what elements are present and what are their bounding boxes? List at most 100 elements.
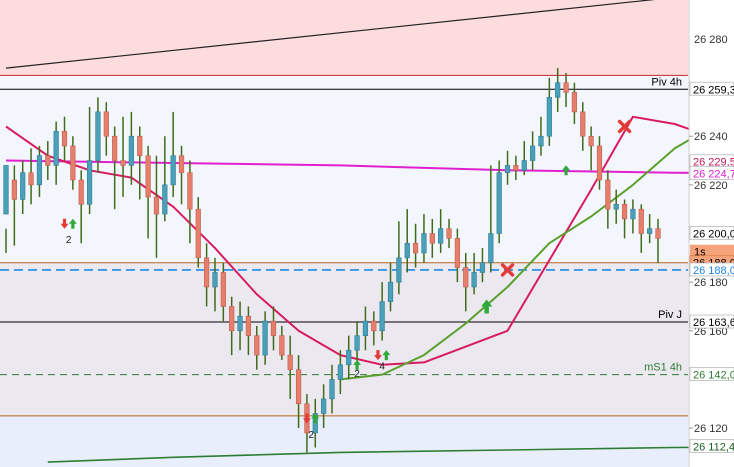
candle-body-38 [321, 398, 327, 414]
candle-body-50 [421, 233, 427, 254]
candle-body-68 [571, 92, 578, 113]
candle-body-72 [605, 179, 611, 210]
candle-body-13 [112, 135, 118, 161]
candle-body-45 [379, 301, 385, 332]
candle-body-35 [295, 369, 302, 405]
candle-body-71 [596, 145, 603, 181]
candle-body-28 [237, 315, 243, 332]
price-tag-label-0: 26 259,3 [693, 84, 734, 96]
candle-body-53 [446, 228, 452, 239]
candle-body-55 [463, 267, 469, 288]
candle-body-41 [346, 349, 352, 366]
candle-body-49 [412, 242, 419, 254]
level-label-2: mS1 4h [644, 362, 682, 374]
candle-body-40 [337, 364, 343, 380]
signal-count-2: 2 [66, 235, 72, 246]
candle-body-22 [187, 172, 193, 210]
signal-count-5: 2 [308, 430, 314, 441]
candle-body-7 [61, 131, 68, 147]
candle-body-2 [20, 172, 26, 200]
candle-59 [496, 160, 502, 244]
candle-body-30 [254, 335, 260, 356]
candle-body-31 [262, 320, 268, 356]
background-zones [0, 0, 688, 467]
axis-tick-label-4: 26 120 [694, 423, 728, 435]
zone-0 [0, 0, 688, 76]
level-label-1: Piv J [658, 309, 682, 321]
candle-body-11 [95, 111, 101, 161]
candle-body-21 [178, 155, 185, 173]
price-tag-label-2: 26 224,7 [693, 168, 734, 180]
signal-count-10: 4 [379, 362, 385, 373]
trading-chart[interactable]: Piv 4h Piv J mS1 4h 2 2 2 4 26 280 26 240 26 22… [0, 0, 734, 467]
candle-body-25 [212, 272, 218, 288]
candle-body-4 [36, 155, 43, 186]
price-tag-label-5: 26 188,0 [693, 265, 734, 277]
candle-body-29 [245, 315, 252, 336]
candle-body-15 [128, 135, 134, 166]
candle-body-10 [86, 160, 93, 205]
candle-body-6 [53, 131, 59, 166]
candle-body-0 [3, 165, 9, 215]
candle-body-27 [229, 306, 235, 332]
candle-body-47 [396, 257, 402, 283]
candle-body-43 [362, 320, 369, 336]
signal-count-7: 2 [354, 369, 360, 380]
candle-body-57 [479, 262, 486, 273]
candle-body-63 [530, 145, 536, 161]
candle-body-77 [647, 228, 653, 234]
candle-body-14 [120, 160, 126, 166]
candle-body-70 [588, 135, 594, 147]
candle-body-39 [329, 379, 335, 400]
candle-body-65 [546, 96, 552, 137]
candle-body-76 [638, 208, 644, 234]
candle-body-42 [354, 335, 360, 351]
candle-body-69 [580, 111, 586, 137]
axis-tick-label-1: 26 220 [694, 180, 728, 192]
candle-body-24 [204, 257, 210, 288]
candle-body-17 [145, 155, 151, 198]
candle-body-26 [220, 272, 226, 307]
candle-body-59 [496, 172, 502, 234]
candle-body-34 [287, 354, 293, 371]
candle-body-1 [11, 179, 17, 200]
axis-tick-top: 26 280 [694, 34, 728, 46]
candle-body-20 [170, 155, 176, 186]
chart-svg[interactable]: Piv 4h Piv J mS1 4h 2 2 2 4 26 280 26 240 26 22… [0, 0, 734, 467]
candle-body-32 [270, 320, 277, 336]
candle-body-60 [504, 165, 511, 173]
candle-body-44 [371, 320, 377, 332]
candle-body-75 [630, 208, 636, 220]
candle-body-62 [521, 160, 527, 171]
axis-tick-label-2: 26 180 [694, 277, 728, 289]
candle-body-61 [513, 165, 519, 171]
price-tag-label-3: 26 200,0 [693, 229, 734, 241]
level-label-0: Piv 4h [651, 76, 682, 88]
candle-body-74 [621, 204, 628, 220]
candle-body-9 [78, 179, 84, 205]
candle-body-8 [70, 145, 76, 181]
zone-2 [0, 262, 688, 416]
candle-body-18 [153, 196, 160, 215]
candle-body-12 [103, 111, 109, 137]
candle-body-64 [538, 135, 544, 147]
candle-body-67 [563, 82, 569, 93]
candle-body-73 [613, 204, 619, 210]
candle-body-54 [454, 238, 460, 268]
candle-body-23 [195, 208, 201, 259]
candle-body-51 [429, 233, 435, 244]
candle-body-5 [45, 155, 51, 166]
candle-body-78 [655, 228, 661, 239]
candle-body-46 [387, 281, 394, 302]
axis-tick-label-0: 26 240 [694, 131, 728, 143]
price-axis[interactable]: 26 28026 24026 22026 18026 16026 1201s26… [688, 0, 734, 467]
price-tag-label-7: 26 142,0 [693, 370, 734, 382]
candle-body-56 [471, 272, 477, 288]
candle-body-33 [279, 335, 285, 356]
candle-body-3 [28, 172, 34, 186]
candle-body-48 [404, 242, 410, 259]
price-tag-label-6: 26 163,6 [693, 317, 734, 329]
candle-body-66 [555, 82, 561, 98]
candle-body-19 [162, 184, 168, 215]
price-tag-label-8: 26 112,4 [693, 442, 734, 454]
